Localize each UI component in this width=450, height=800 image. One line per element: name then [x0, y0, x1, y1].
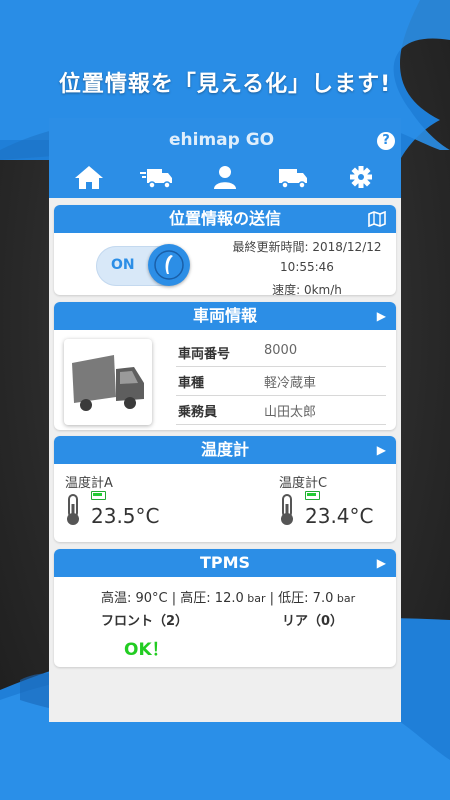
toggle-label: ON [111, 257, 135, 273]
tab-home[interactable] [71, 162, 107, 192]
map-icon[interactable] [368, 211, 386, 227]
chevron-right-icon: ▶ [376, 556, 386, 570]
unit-bar: bar [243, 592, 266, 605]
app-logo: ehimap GO [169, 130, 275, 150]
row-value: 8000 [264, 343, 298, 358]
sensor-value: 23.4°C [305, 504, 374, 528]
sensor-label: 温度計C [279, 476, 328, 491]
app-screen: ehimap GO ? 位置情報の送信 ON 最終更新時間: 2018/12/1… [49, 118, 401, 722]
vehicle-card-header[interactable]: 車両情報 ▶ [54, 302, 396, 330]
toggle-knob[interactable] [148, 244, 190, 286]
high-temp-threshold: 高温: 90°C [101, 591, 168, 606]
truck-fast-icon [140, 169, 172, 189]
gear-icon [350, 166, 372, 188]
thermometer-card-header[interactable]: 温度計 ▶ [54, 436, 396, 464]
sensor-label: 温度計A [65, 476, 113, 491]
tpms-front-count: フロント（2） [101, 614, 189, 629]
tab-dispatch[interactable] [139, 162, 175, 192]
battery-icon [305, 491, 320, 500]
tab-bar [49, 160, 401, 194]
user-icon [214, 166, 236, 189]
tpms-thresholds: 高温: 90°C | 高圧: 12.0 bar | 低圧: 7.0 bar [101, 587, 355, 606]
tpms-card-title: TPMS [199, 553, 251, 572]
app-bar: ehimap GO ? [49, 118, 401, 198]
tpms-rear-count: リア（0） [282, 614, 344, 629]
truck-icon [279, 169, 307, 189]
location-send-toggle[interactable]: ON [96, 244, 190, 286]
vehicle-card[interactable]: 車両情報 ▶ 車両番号 8000 車種 軽冷蔵車 乗務員 山田太郎 [54, 302, 396, 430]
unit-bar: bar [333, 592, 356, 605]
row-key: 車種 [178, 376, 205, 391]
tab-vehicle[interactable] [275, 162, 311, 192]
temp-sensor-c: 温度計C 23.4°C [279, 472, 396, 532]
chevron-right-icon: ▶ [376, 309, 386, 323]
thermometer-card[interactable]: 温度計 ▶ 温度計A 23.5°C 温度計C 23.4°C [54, 436, 396, 542]
home-icon [75, 166, 103, 189]
location-card-header: 位置情報の送信 [54, 205, 396, 233]
row-key: 乗務員 [178, 405, 218, 420]
truck-photo [72, 355, 144, 411]
vehicle-image [64, 339, 152, 425]
low-pressure-threshold: 低圧: 7.0 [278, 591, 334, 606]
last-update-date: 最終更新時間: 2018/12/12 [232, 240, 382, 254]
speed-readout: 速度: 0km/h [272, 283, 342, 295]
tpms-status: OK！ [124, 640, 169, 660]
temp-sensor-a: 温度計A 23.5°C [65, 472, 205, 532]
tpms-card-header[interactable]: TPMS ▶ [54, 549, 396, 577]
location-card-title: 位置情報の送信 [168, 209, 281, 228]
separator: | [167, 591, 181, 606]
thermometer-icon [281, 494, 293, 525]
info-row-crew: 乗務員 山田太郎 [176, 395, 386, 425]
row-value: 山田太郎 [264, 405, 317, 420]
battery-icon [91, 491, 106, 500]
thermometer-card-title: 温度計 [200, 440, 249, 459]
separator: | [265, 591, 279, 606]
chevron-right-icon: ▶ [376, 443, 386, 457]
info-row-vehicle-type: 車種 軽冷蔵車 [176, 366, 386, 396]
tpms-card[interactable]: TPMS ▶ 高温: 90°C | 高圧: 12.0 bar | 低圧: 7.0… [54, 549, 396, 667]
promo-headline: 位置情報を「見える化」します! [58, 72, 392, 97]
row-key: 車両番号 [178, 347, 231, 362]
last-update-time: 10:55:46 [280, 260, 334, 274]
tab-driver[interactable] [207, 162, 243, 192]
tab-settings[interactable] [343, 162, 379, 192]
location-card: 位置情報の送信 ON 最終更新時間: 2018/12/12 10:55:46 速… [54, 205, 396, 295]
high-pressure-threshold: 高圧: 12.0 [180, 591, 244, 606]
thermometer-icon [67, 494, 79, 525]
sensor-value: 23.5°C [91, 504, 160, 528]
row-value: 軽冷蔵車 [264, 376, 317, 391]
help-button[interactable]: ? [377, 132, 395, 150]
info-row-vehicle-number: 車両番号 8000 [176, 337, 386, 367]
location-pin-icon [154, 250, 184, 280]
vehicle-card-title: 車両情報 [192, 306, 257, 325]
